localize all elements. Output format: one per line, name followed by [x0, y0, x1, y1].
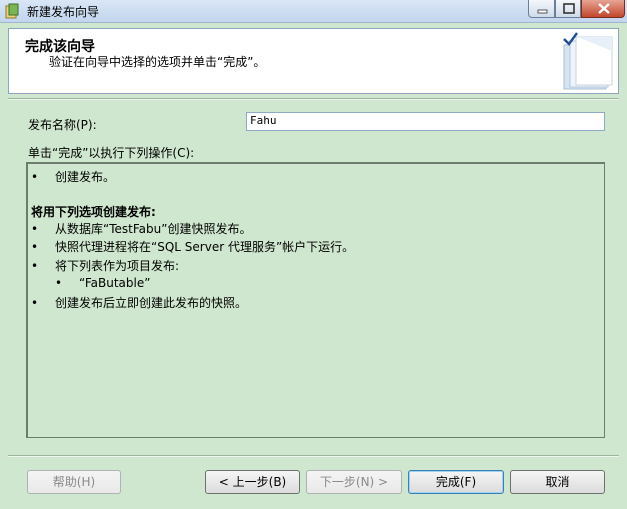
- minimize-button[interactable]: [528, 0, 555, 18]
- page-subtitle: 验证在向导中选择的选项并单击“完成”。: [49, 55, 266, 69]
- list-item: • 创建发布。: [31, 170, 116, 184]
- list-item: • “FaButable”: [55, 276, 151, 290]
- finish-button[interactable]: 完成(F): [408, 470, 504, 494]
- close-button[interactable]: [581, 0, 625, 18]
- minimize-icon: [537, 9, 548, 14]
- divider: [8, 98, 619, 100]
- help-button[interactable]: 帮助(H): [27, 470, 121, 494]
- list-item: • 创建发布后立即创建此发布的快照。: [31, 296, 248, 310]
- summary-section-heading: 将用下列选项创建发布:: [31, 205, 156, 219]
- publication-name-label: 发布名称(P):: [28, 118, 97, 132]
- wizard-app-icon: [5, 3, 19, 19]
- next-button[interactable]: 下一步(N) >: [306, 470, 402, 494]
- publication-name-field[interactable]: Fahu: [246, 112, 605, 131]
- window-title: 新建发布向导: [27, 5, 100, 19]
- divider: [8, 455, 619, 457]
- maximize-icon: [563, 3, 575, 14]
- title-bar[interactable]: 新建发布向导: [0, 0, 627, 23]
- wizard-header: 完成该向导 验证在向导中选择的选项并单击“完成”。: [8, 28, 619, 94]
- list-item: • 将下列表作为项目发布:: [31, 259, 180, 273]
- summary-textbox[interactable]: • 创建发布。 将用下列选项创建发布: • 从数据库“TestFabu”创建快照发布…: [26, 162, 605, 438]
- cancel-button[interactable]: 取消: [510, 470, 605, 494]
- close-icon: [598, 3, 610, 14]
- book-check-icon: [563, 32, 613, 90]
- back-button[interactable]: < 上一步(B): [205, 470, 300, 494]
- list-item: • 从数据库“TestFabu”创建快照发布。: [31, 222, 252, 236]
- maximize-button[interactable]: [555, 0, 581, 18]
- list-item: • 快照代理进程将在“SQL Server 代理服务”帐户下运行。: [31, 240, 355, 254]
- actions-label: 单击“完成”以执行下列操作(C):: [28, 146, 195, 160]
